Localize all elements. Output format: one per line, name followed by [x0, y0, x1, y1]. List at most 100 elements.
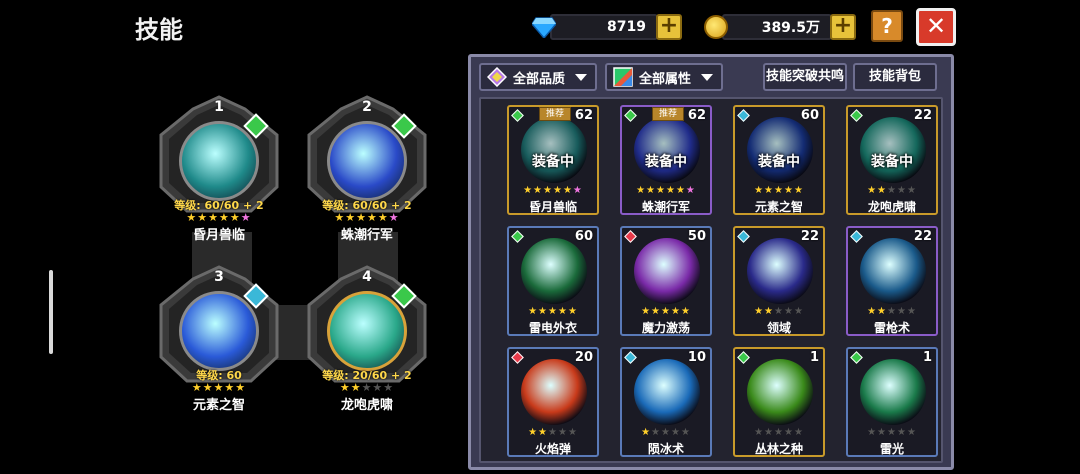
diamond-icon [532, 17, 556, 38]
coin-icon [704, 15, 728, 39]
skill-icon [747, 238, 813, 304]
skill-bag-button[interactable]: 技能背包 [853, 63, 937, 91]
skill-stars: ★★★★★ [848, 427, 936, 438]
skill-name: 元素之智 [754, 200, 803, 214]
skill-stars: ★★★★★ [622, 427, 710, 438]
equipped-skill-slot-3[interactable]: 3 等级: 60 ★★★★★ 元素之智 [155, 265, 283, 413]
empty-stars: ★★★ [548, 427, 578, 438]
slot-stars: ★★★★★★ [303, 211, 431, 224]
skill-card[interactable]: 20 ★★★★★ 火焰弹 [507, 347, 599, 457]
skill-icon [860, 117, 926, 183]
equipped-skill-slot-1[interactable]: 1 等级: 60/60 + 2 ★★★★★★ 昏月兽临 [155, 95, 283, 243]
chevron-down-icon [575, 73, 588, 81]
equipped-label: 装备中 [871, 154, 913, 170]
skill-icon [747, 359, 813, 425]
skill-card[interactable]: 50 ★★★★★ 魔力激荡 [620, 226, 712, 336]
slot-stars: ★★★★★ [303, 381, 431, 394]
add-coins-button[interactable]: + [830, 14, 856, 40]
skill-icon [634, 117, 700, 183]
filled-stars: ★★★★★ [754, 185, 804, 196]
empty-stars: ★★★★ [651, 427, 691, 438]
attribute-gem-icon [511, 109, 524, 122]
coin-count: 389.5万 [722, 14, 832, 40]
slot-number: 4 [362, 269, 372, 285]
skill-name: 昏月兽临 [528, 200, 577, 214]
skill-count: 10 [687, 350, 706, 365]
equipped-skill-slot-4[interactable]: 4 等级: 20/60 + 2 ★★★★★ 龙咆虎啸 [303, 265, 431, 413]
side-drawer-handle[interactable] [49, 270, 53, 354]
filled-stars: ★★ [867, 306, 888, 317]
skill-name: 丛林之种 [754, 442, 803, 456]
filled-stars: ★ [641, 427, 652, 438]
skill-resonance-button[interactable]: 技能突破共鸣 [763, 63, 847, 91]
skill-count: 60 [574, 229, 593, 244]
gem-currency: 8719 + [532, 12, 682, 42]
empty-stars: ★★★★★ [867, 427, 917, 438]
attribute-gem-icon [850, 230, 863, 243]
recommended-badge: 推荐 [539, 107, 571, 121]
slot-skill-name: 蛛潮行军 [340, 228, 393, 243]
equipped-label: 装备中 [758, 154, 800, 170]
skill-count: 1 [922, 350, 932, 365]
attribute-filter-dropdown[interactable]: 全部属性 [605, 63, 723, 91]
skill-card[interactable]: 22 装备中 ★★★★★ 龙咆虎啸 [846, 105, 938, 215]
skill-name: 领域 [766, 321, 791, 335]
skill-name: 雷枪术 [873, 321, 910, 335]
skill-card[interactable]: 1 ★★★★★ 丛林之种 [733, 347, 825, 457]
skill-count: 22 [913, 108, 932, 123]
empty-stars: ★★★ [361, 381, 395, 394]
skill-card[interactable]: 60 ★★★★★ 雷电外衣 [507, 226, 599, 336]
skill-count: 60 [800, 108, 819, 123]
skill-card[interactable]: 1 ★★★★★ 雷光 [846, 347, 938, 457]
skill-icon [860, 238, 926, 304]
quality-filter-icon [487, 67, 507, 87]
skill-card[interactable]: 60 装备中 ★★★★★ 元素之智 [733, 105, 825, 215]
breakthrough-star: ★ [388, 211, 400, 224]
attribute-gem-icon [511, 351, 524, 364]
attribute-filter-icon [613, 67, 633, 87]
skill-card[interactable]: 62 推荐 装备中 ★★★★★★ 蛛潮行军 [620, 105, 712, 215]
breakthrough-star: ★ [685, 185, 696, 196]
skill-count: 20 [574, 350, 593, 365]
quality-filter-dropdown[interactable]: 全部品质 [479, 63, 597, 91]
skill-card[interactable]: 10 ★★★★★ 陨冰术 [620, 347, 712, 457]
skill-name: 魔力激荡 [641, 321, 690, 335]
skill-name: 雷电外衣 [528, 321, 577, 335]
skill-count: 62 [687, 108, 706, 123]
skill-stars: ★★★★★ [848, 306, 936, 317]
skill-name: 火焰弹 [534, 442, 571, 456]
skill-stars: ★★★★★ [509, 306, 597, 317]
skill-grid: 62 推荐 装备中 ★★★★★★ 昏月兽临 62 推荐 装备中 ★★★★★★ 蛛潮行军 60 装备中 ★… [479, 97, 943, 463]
skill-orb-icon [327, 291, 407, 371]
skill-stars: ★★★★★ [735, 306, 823, 317]
skill-icon [521, 117, 587, 183]
filled-stars: ★★ [867, 185, 888, 196]
attribute-filter-label: 全部属性 [639, 71, 692, 87]
filled-stars: ★★ [754, 306, 775, 317]
recommended-badge: 推荐 [652, 107, 684, 121]
add-gems-button[interactable]: + [656, 14, 682, 40]
filled-stars: ★★★★★ [528, 306, 578, 317]
filled-stars: ★★ [528, 427, 549, 438]
skill-stars: ★★★★★★ [622, 185, 710, 196]
attribute-gem-icon [850, 351, 863, 364]
slot-skill-name: 元素之智 [192, 398, 245, 413]
filled-stars: ★★★★★ [186, 211, 241, 224]
skill-stars: ★★★★★ [622, 306, 710, 317]
attribute-gem-icon [624, 230, 637, 243]
attribute-gem-icon [737, 109, 750, 122]
skill-icon [860, 359, 926, 425]
filled-stars: ★★★★★ [191, 381, 247, 394]
equipped-skill-slot-2[interactable]: 2 等级: 60/60 + 2 ★★★★★★ 蛛潮行军 [303, 95, 431, 243]
attribute-gem-icon [737, 230, 750, 243]
skill-card[interactable]: 22 ★★★★★ 领域 [733, 226, 825, 336]
skill-card[interactable]: 62 推荐 装备中 ★★★★★★ 昏月兽临 [507, 105, 599, 215]
attribute-gem-icon [511, 230, 524, 243]
equipped-label: 装备中 [645, 154, 687, 170]
skill-count: 50 [687, 229, 706, 244]
close-button[interactable]: ✕ [916, 8, 956, 46]
skill-stars: ★★★★★ [735, 427, 823, 438]
slot-number: 2 [362, 99, 372, 115]
help-button[interactable]: ? [871, 10, 903, 42]
skill-card[interactable]: 22 ★★★★★ 雷枪术 [846, 226, 938, 336]
